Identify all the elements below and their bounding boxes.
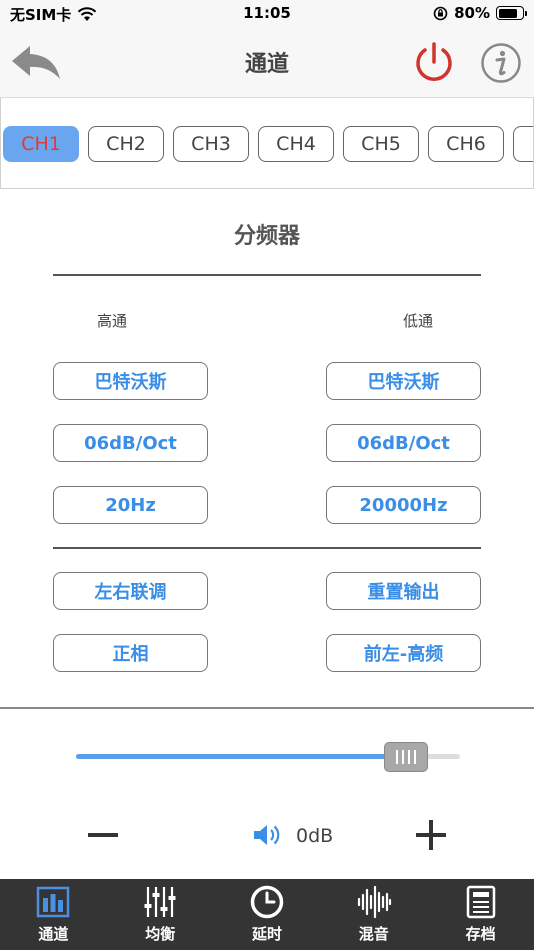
channel-tab-ch3[interactable]: CH3: [173, 126, 249, 162]
tab-label: 存档: [465, 925, 496, 943]
info-icon: [481, 43, 521, 83]
speaker-icon: [254, 825, 280, 845]
tab-delay[interactable]: 延时: [214, 879, 321, 950]
channel-bars-icon: [37, 886, 70, 918]
tab-archive[interactable]: 存档: [427, 879, 534, 950]
tab-mixer[interactable]: 混音: [320, 879, 427, 950]
waveform-icon: [357, 885, 391, 919]
clock-icon: [250, 885, 284, 919]
volume-decrease-button[interactable]: [86, 820, 120, 850]
divider: [53, 274, 481, 276]
equalizer-sliders-icon: [144, 887, 176, 917]
tab-label: 延时: [251, 925, 282, 943]
highpass-frequency-button[interactable]: 20Hz: [53, 486, 208, 524]
info-button[interactable]: [480, 42, 522, 84]
tab-label: 混音: [358, 925, 389, 943]
tab-equalizer[interactable]: 均衡: [107, 879, 214, 950]
channel-tab-c[interactable]: C: [513, 126, 533, 162]
channel-tab-ch2[interactable]: CH2: [88, 126, 164, 162]
channel-tab-row: CH1CH2CH3CH4CH5CH6C: [3, 126, 533, 162]
tab-label: 通道: [38, 925, 69, 943]
divider: [53, 547, 481, 549]
highpass-slope-button[interactable]: 06dB/Oct: [53, 424, 208, 462]
channel-selector: CH1CH2CH3CH4CH5CH6C: [0, 98, 534, 189]
power-button[interactable]: [412, 40, 456, 84]
volume-increase-button[interactable]: [414, 818, 448, 852]
lowpass-filter-type-button[interactable]: 巴特沃斯: [326, 362, 481, 400]
crossover-title: 分频器: [233, 224, 300, 249]
battery-icon: [496, 6, 527, 20]
lowpass-label: 低通: [403, 312, 434, 330]
channel-tab-ch1[interactable]: CH1: [3, 126, 79, 162]
channel-tab-ch5[interactable]: CH5: [343, 126, 419, 162]
volume-slider-thumb[interactable]: [384, 742, 429, 772]
tab-label: 均衡: [145, 925, 176, 943]
lowpass-slope-button[interactable]: 06dB/Oct: [326, 424, 481, 462]
reset-output-button[interactable]: 重置输出: [326, 572, 481, 610]
output-assignment-button[interactable]: 前左-高频: [326, 634, 481, 672]
navigation-bar: 通道: [0, 28, 534, 98]
highpass-label: 高通: [97, 312, 128, 330]
volume-slider-fill: [76, 754, 407, 759]
lowpass-frequency-button[interactable]: 20000Hz: [326, 486, 481, 524]
link-mode-button[interactable]: 左右联调: [53, 572, 208, 610]
power-icon: [416, 42, 452, 81]
battery-percent: 80%: [454, 4, 490, 22]
orientation-lock-icon: [433, 6, 448, 20]
section-divider: [0, 707, 534, 709]
volume-value: 0dB: [296, 825, 334, 847]
bottom-tab-bar: 通道 均衡 延时 混音 存档: [0, 879, 534, 950]
status-bar: 无SIM卡 11:05 80%: [0, 0, 534, 28]
archive-icon: [466, 885, 495, 919]
channel-tab-ch6[interactable]: CH6: [428, 126, 504, 162]
phase-button[interactable]: 正相: [53, 634, 208, 672]
tab-channel[interactable]: 通道: [0, 879, 107, 950]
channel-tab-ch4[interactable]: CH4: [258, 126, 334, 162]
highpass-filter-type-button[interactable]: 巴特沃斯: [53, 362, 208, 400]
